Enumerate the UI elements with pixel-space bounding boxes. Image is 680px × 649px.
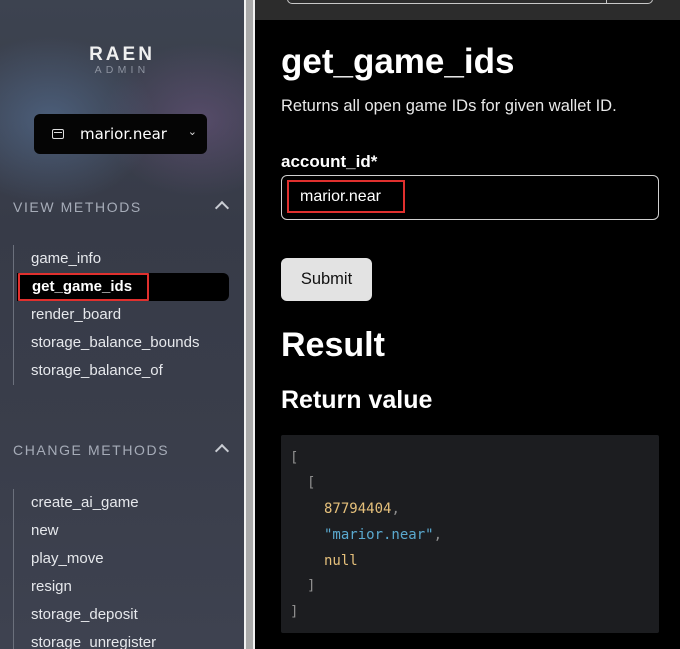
code-outer-close: ]: [290, 604, 299, 620]
method-storage-balance-of[interactable]: storage_balance_of: [14, 357, 231, 385]
account-id-field-wrapper[interactable]: [281, 175, 659, 220]
method-get-game-ids[interactable]: get_game_ids: [17, 273, 229, 301]
highlight-box: [18, 273, 149, 301]
method-storage-balance-bounds[interactable]: storage_balance_bounds: [14, 329, 231, 357]
chevron-down-icon: ⌄: [187, 125, 197, 138]
code-comma: ,: [433, 527, 443, 543]
code-comma: ,: [391, 501, 400, 517]
view-methods-header[interactable]: VIEW METHODS: [13, 199, 231, 216]
method-storage-unregister[interactable]: storage_unregister: [14, 629, 231, 649]
chevron-up-icon[interactable]: [214, 200, 230, 216]
code-string-value: "marior.near": [324, 527, 434, 543]
change-methods-title: CHANGE METHODS: [13, 442, 170, 458]
method-new[interactable]: new: [14, 517, 231, 545]
code-line-string: "marior.near",: [324, 527, 442, 543]
submit-button[interactable]: Submit: [281, 258, 372, 301]
code-outer-open: [: [290, 450, 299, 466]
code-line-number: 87794404,: [324, 501, 400, 517]
change-methods-header[interactable]: CHANGE METHODS: [13, 442, 231, 459]
code-null-value: null: [324, 553, 358, 569]
method-play-move[interactable]: play_move: [14, 545, 231, 573]
logo-title: RAEN: [89, 44, 155, 65]
account-id-input[interactable]: [287, 180, 405, 213]
search-divider: [606, 0, 607, 3]
wallet-icon: [52, 129, 64, 139]
page-title: get_game_ids: [281, 42, 515, 81]
code-inner-open: [: [307, 475, 316, 491]
top-search-field[interactable]: [287, 0, 653, 4]
result-heading: Result: [281, 326, 385, 364]
logo-subtitle: ADMIN: [94, 64, 150, 76]
change-methods-list: create_ai_game new play_move resign stor…: [13, 489, 231, 649]
view-methods-title: VIEW METHODS: [13, 199, 142, 215]
method-storage-deposit[interactable]: storage_deposit: [14, 601, 231, 629]
return-value-code-block: [ [ 87794404, "marior.near", null ] ]: [281, 435, 659, 633]
method-resign[interactable]: resign: [14, 573, 231, 601]
sidebar: RAEN ADMIN marior.near ⌄ VIEW METHODS ga…: [0, 0, 244, 649]
method-game-info[interactable]: game_info: [14, 245, 231, 273]
chevron-up-icon[interactable]: [214, 443, 230, 459]
return-value-heading: Return value: [281, 386, 433, 414]
method-create-ai-game[interactable]: create_ai_game: [14, 489, 231, 517]
method-description: Returns all open game IDs for given wall…: [281, 97, 617, 115]
sidebar-scrollbar-thumb[interactable]: [246, 0, 253, 649]
method-render-board[interactable]: render_board: [14, 301, 231, 329]
account-id-label: account_id*: [281, 152, 378, 171]
main-panel: get_game_ids Returns all open game IDs f…: [255, 0, 680, 649]
account-selector[interactable]: marior.near ⌄: [34, 114, 207, 154]
code-number-value: 87794404: [324, 501, 392, 517]
account-selector-label: marior.near: [80, 125, 167, 143]
code-inner-close: ]: [307, 578, 316, 594]
view-methods-list: game_info get_game_ids render_board stor…: [13, 245, 231, 385]
